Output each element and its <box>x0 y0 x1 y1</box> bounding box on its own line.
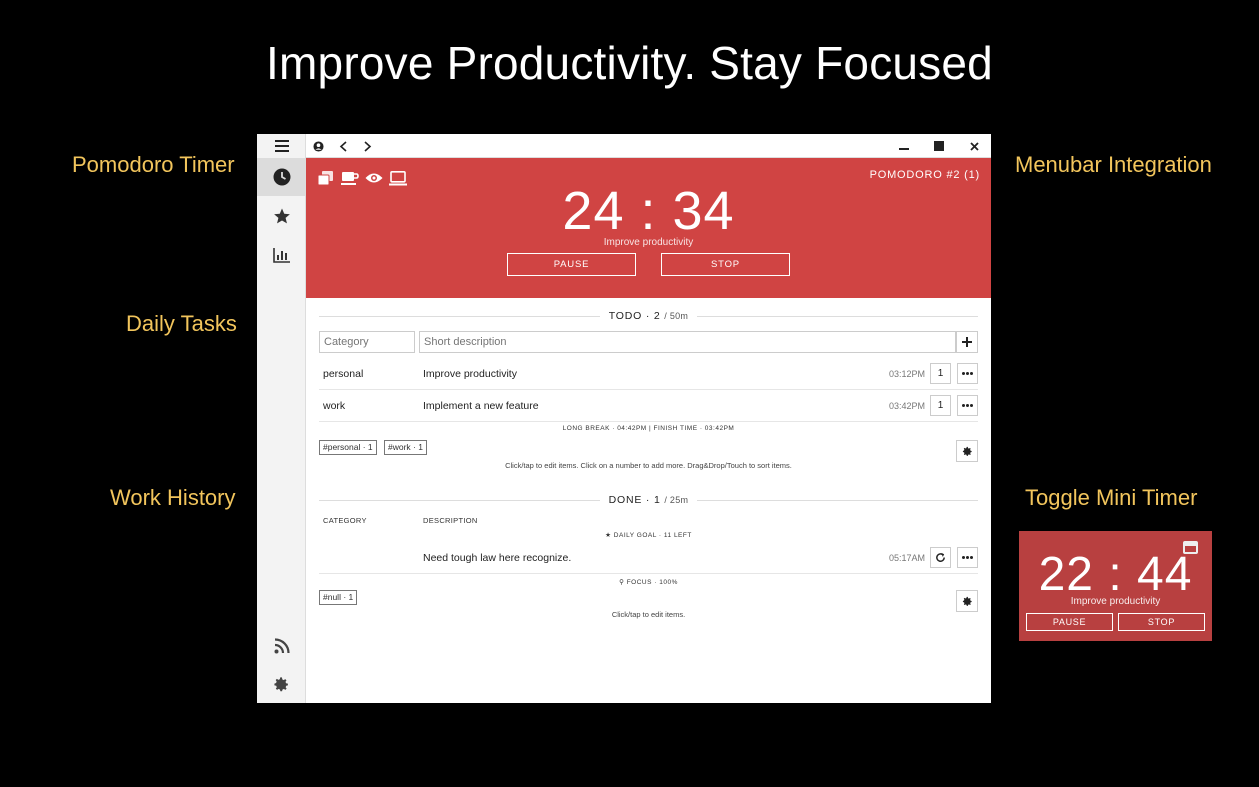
task-time: 05:17AM <box>889 553 926 563</box>
done-hint: Click/tap to edit items. <box>611 610 686 619</box>
focus-label: FOCUS · 100% <box>626 579 678 586</box>
restore-button[interactable] <box>930 547 951 568</box>
todo-row[interactable]: work Implement a new feature 03:42PM 1 <box>319 390 978 422</box>
more-icon <box>962 372 973 375</box>
plus-icon <box>962 337 972 347</box>
category-input[interactable] <box>319 331 415 353</box>
minimize-button[interactable] <box>892 134 916 158</box>
current-task-label: Improve productivity <box>603 237 694 248</box>
timer-panel: POMODORO #2 (1) 24 : 34 Improve producti… <box>306 158 991 298</box>
focus-summary: ⚲ FOCUS · 100% <box>619 579 678 586</box>
todo-row[interactable]: personal Improve productivity 03:12PM 1 <box>319 358 978 390</box>
gear-icon <box>962 446 972 456</box>
rss-icon <box>274 638 290 654</box>
account-button[interactable] <box>306 134 330 158</box>
column-header-category: CATEGORY <box>323 516 367 525</box>
daily-goal: ★ DAILY GOAL · 11 LEFT <box>605 532 692 539</box>
stop-button[interactable]: STOP <box>661 253 790 276</box>
todo-duration: / 50m <box>664 311 689 321</box>
mini-stop-button[interactable]: STOP <box>1118 613 1205 631</box>
callout-menubar-integration: Menubar Integration <box>1015 152 1212 177</box>
mini-current-task: Improve productivity <box>1070 596 1161 607</box>
task-description[interactable]: Implement a new feature <box>423 400 539 412</box>
back-button[interactable] <box>331 134 355 158</box>
todo-hint: Click/tap to edit items. Click on a numb… <box>505 461 792 470</box>
task-description[interactable]: Improve productivity <box>423 368 517 380</box>
maximize-icon <box>934 141 944 151</box>
more-icon <box>962 556 973 559</box>
close-button[interactable] <box>962 134 986 158</box>
tag-filter[interactable]: #work · 1 <box>384 440 427 455</box>
minimize-icon <box>899 148 909 150</box>
titlebar <box>306 134 991 158</box>
tag-filter[interactable]: #personal · 1 <box>319 440 377 455</box>
more-button[interactable] <box>957 363 978 384</box>
callout-pomodoro-timer: Pomodoro Timer <box>72 152 235 177</box>
task-category: work <box>323 400 346 412</box>
callout-daily-tasks: Daily Tasks <box>126 311 237 336</box>
task-category: personal <box>323 368 364 380</box>
todo-summary: LONG BREAK · 04:42PM | FINISH TIME · 03:… <box>562 425 735 432</box>
hamburger-menu-button[interactable] <box>257 134 306 158</box>
todo-title: TODO · 2 <box>608 310 661 322</box>
mini-pause-button[interactable]: PAUSE <box>1026 613 1113 631</box>
forward-button[interactable] <box>356 134 380 158</box>
todo-settings-button[interactable] <box>956 440 978 462</box>
column-header-description: DESCRIPTION <box>423 516 478 525</box>
account-icon <box>312 140 324 152</box>
done-title: DONE · 1 <box>608 494 661 506</box>
task-time: 03:42PM <box>889 401 926 411</box>
more-button[interactable] <box>957 395 978 416</box>
maximize-button[interactable] <box>927 134 951 158</box>
sidebar-item-timer[interactable] <box>257 158 306 196</box>
callout-work-history: Work History <box>110 485 236 510</box>
task-description[interactable]: Need tough law here recognize. <box>423 552 571 564</box>
chevron-left-icon <box>339 140 347 152</box>
close-icon <box>969 141 979 151</box>
done-duration: / 25m <box>664 495 689 505</box>
mini-timer: 22 : 44 Improve productivity PAUSE STOP <box>1019 531 1212 641</box>
pause-button[interactable]: PAUSE <box>507 253 636 276</box>
pomodoro-count-button[interactable]: 1 <box>930 395 951 416</box>
star-icon <box>273 208 290 224</box>
done-settings-button[interactable] <box>956 590 978 612</box>
tag-filter[interactable]: #null · 1 <box>319 590 358 605</box>
daily-goal-label: DAILY GOAL · 11 LEFT <box>613 532 692 539</box>
refresh-icon <box>936 552 945 562</box>
description-input[interactable] <box>419 331 956 353</box>
clock-icon <box>273 168 290 186</box>
timer-display: 24 : 34 <box>562 181 735 241</box>
headline: Improve Productivity. Stay Focused <box>266 37 993 89</box>
gear-icon <box>962 596 972 606</box>
sidebar-item-statistics[interactable] <box>257 236 306 274</box>
task-time: 03:12PM <box>889 369 926 379</box>
gear-icon <box>274 676 288 691</box>
sidebar-item-feed[interactable] <box>257 627 306 665</box>
task-list: TODO · 2 / 50m personal Improve producti… <box>306 298 991 703</box>
callout-toggle-mini-timer: Toggle Mini Timer <box>1025 485 1198 510</box>
sidebar-item-settings[interactable] <box>257 665 306 703</box>
pomodoro-count-button[interactable]: 1 <box>930 363 951 384</box>
done-header: DONE · 1 / 25m <box>319 494 978 506</box>
app-window: POMODORO #2 (1) 24 : 34 Improve producti… <box>257 134 991 703</box>
more-button[interactable] <box>957 547 978 568</box>
bar-chart-icon <box>273 247 290 263</box>
mini-timer-display: 22 : 44 <box>1038 548 1193 601</box>
sidebar <box>257 134 306 703</box>
hamburger-icon <box>274 140 289 152</box>
todo-header: TODO · 2 / 50m <box>319 310 979 322</box>
more-icon <box>962 404 973 407</box>
chevron-right-icon <box>364 140 372 152</box>
done-row[interactable]: Need tough law here recognize. 05:17AM <box>319 542 978 574</box>
sidebar-item-favorites[interactable] <box>257 197 306 235</box>
add-task-button[interactable] <box>956 331 978 353</box>
